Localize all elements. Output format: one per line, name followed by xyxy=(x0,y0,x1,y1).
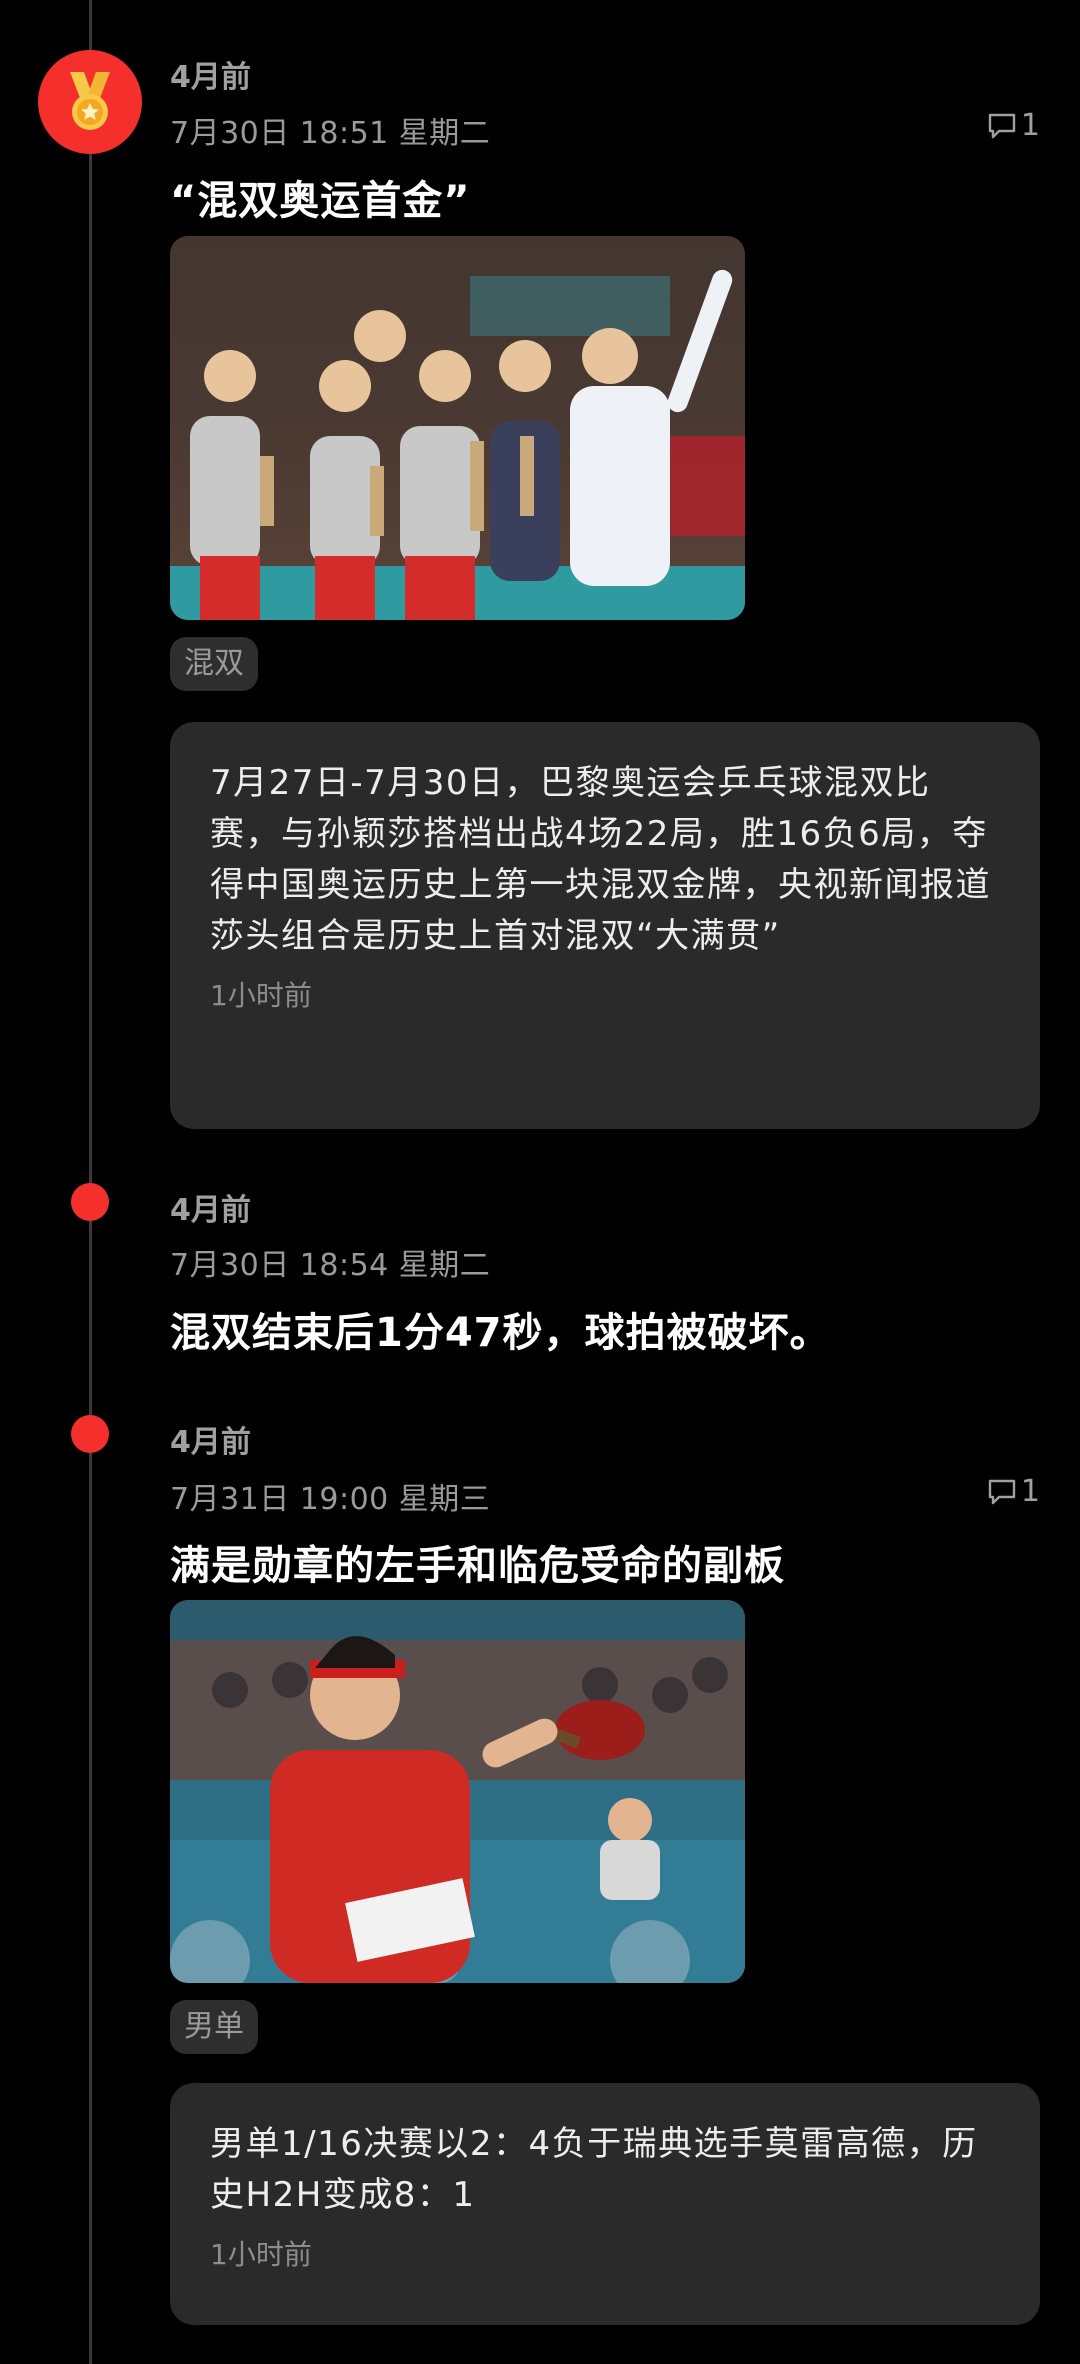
comment-count: 1 xyxy=(1020,108,1040,143)
note-time: 1小时前 xyxy=(210,979,312,1012)
note-text: 7月27日-7月30日，巴黎奥运会乒乓球混双比赛，与孙颖莎搭档出战4场22局，胜… xyxy=(210,763,991,956)
timeline-dot xyxy=(71,1183,109,1221)
timeline-dot xyxy=(71,1415,109,1453)
entry-datetime: 7月31日 19:00 星期三 xyxy=(170,1482,491,1517)
comment-icon xyxy=(988,113,1016,138)
podium-selfie-photo xyxy=(170,236,745,620)
note-time: 1小时前 xyxy=(210,2238,312,2271)
time-ago: 4月前 xyxy=(170,60,251,95)
category-tag[interactable]: 混双 xyxy=(170,637,258,691)
entry-photo[interactable] xyxy=(170,236,745,620)
comment-button[interactable]: 1 xyxy=(987,1474,1040,1509)
entry-datetime: 7月30日 18:54 星期二 xyxy=(170,1248,491,1283)
medal-badge xyxy=(38,50,142,154)
time-ago: 4月前 xyxy=(170,1425,251,1460)
note-text: 男单1/16决赛以2：4负于瑞典选手莫雷高德，历史H2H变成8：1 xyxy=(210,2124,978,2215)
comment-count: 1 xyxy=(1020,1474,1040,1509)
time-ago: 4月前 xyxy=(170,1193,251,1228)
medal-icon xyxy=(70,72,110,130)
timeline-line xyxy=(89,0,92,2364)
entry-title: “混双奥运首金” xyxy=(170,178,471,224)
player-photo xyxy=(170,1600,745,1983)
comment-icon xyxy=(988,1479,1016,1504)
note-card[interactable]: 7月27日-7月30日，巴黎奥运会乒乓球混双比赛，与孙颖莎搭档出战4场22局，胜… xyxy=(170,722,1040,1129)
entry-photo[interactable] xyxy=(170,1600,745,1983)
comment-button[interactable]: 1 xyxy=(987,108,1040,143)
entry-datetime: 7月30日 18:51 星期二 xyxy=(170,116,491,151)
entry-title: 混双结束后1分47秒，球拍被破坏。 xyxy=(170,1310,831,1356)
note-card[interactable]: 男单1/16决赛以2：4负于瑞典选手莫雷高德，历史H2H变成8：1 1小时前 xyxy=(170,2083,1040,2325)
category-tag[interactable]: 男单 xyxy=(170,2000,258,2054)
entry-title: 满是勋章的左手和临危受命的副板 xyxy=(170,1543,785,1589)
